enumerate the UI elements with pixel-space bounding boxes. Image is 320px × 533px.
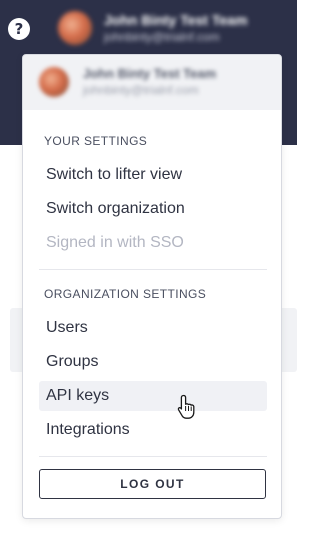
account-dropdown-menu: John Binty Test Team johnbinty@trialnf.c… bbox=[22, 54, 282, 519]
section-header-organization-settings: ORGANIZATION SETTINGS bbox=[44, 287, 207, 301]
divider bbox=[39, 456, 267, 457]
user-account-button[interactable]: John Binty Test Team johnbinty@trialnf.c… bbox=[58, 6, 297, 50]
dropdown-user-name: John Binty Test Team bbox=[83, 66, 217, 81]
menu-item-switch-organization[interactable]: Switch organization bbox=[39, 194, 267, 224]
dropdown-user-header: John Binty Test Team johnbinty@trialnf.c… bbox=[23, 55, 281, 110]
menu-item-users[interactable]: Users bbox=[39, 313, 267, 343]
avatar bbox=[58, 11, 92, 45]
menu-item-groups[interactable]: Groups bbox=[39, 347, 267, 377]
logout-button[interactable]: LOG OUT bbox=[39, 469, 266, 499]
dropdown-user-texts: John Binty Test Team johnbinty@trialnf.c… bbox=[83, 66, 216, 97]
menu-item-switch-to-lifter-view[interactable]: Switch to lifter view bbox=[39, 160, 267, 190]
menu-item-integrations[interactable]: Integrations bbox=[39, 415, 267, 445]
pointer-hand-icon bbox=[177, 394, 195, 419]
avatar bbox=[39, 66, 69, 97]
user-info: John Binty Test Team johnbinty@trialnf.c… bbox=[104, 12, 247, 44]
dropdown-user-email: johnbinty@trialnf.com bbox=[83, 83, 199, 97]
dropdown-user-info: John Binty Test Team johnbinty@trialnf.c… bbox=[39, 66, 216, 97]
menu-item-signed-in-with-sso: Signed in with SSO bbox=[46, 234, 184, 251]
app-page: ? John Binty Test Team johnbinty@trialnf… bbox=[0, 0, 297, 533]
question-circle-icon[interactable]: ? bbox=[8, 18, 30, 40]
user-name: John Binty Test Team bbox=[104, 12, 248, 28]
menu-item-api-keys[interactable]: API keys bbox=[39, 381, 267, 411]
section-header-your-settings: YOUR SETTINGS bbox=[44, 134, 148, 148]
divider bbox=[39, 269, 267, 270]
user-email: johnbinty@trialnf.com bbox=[104, 30, 220, 44]
